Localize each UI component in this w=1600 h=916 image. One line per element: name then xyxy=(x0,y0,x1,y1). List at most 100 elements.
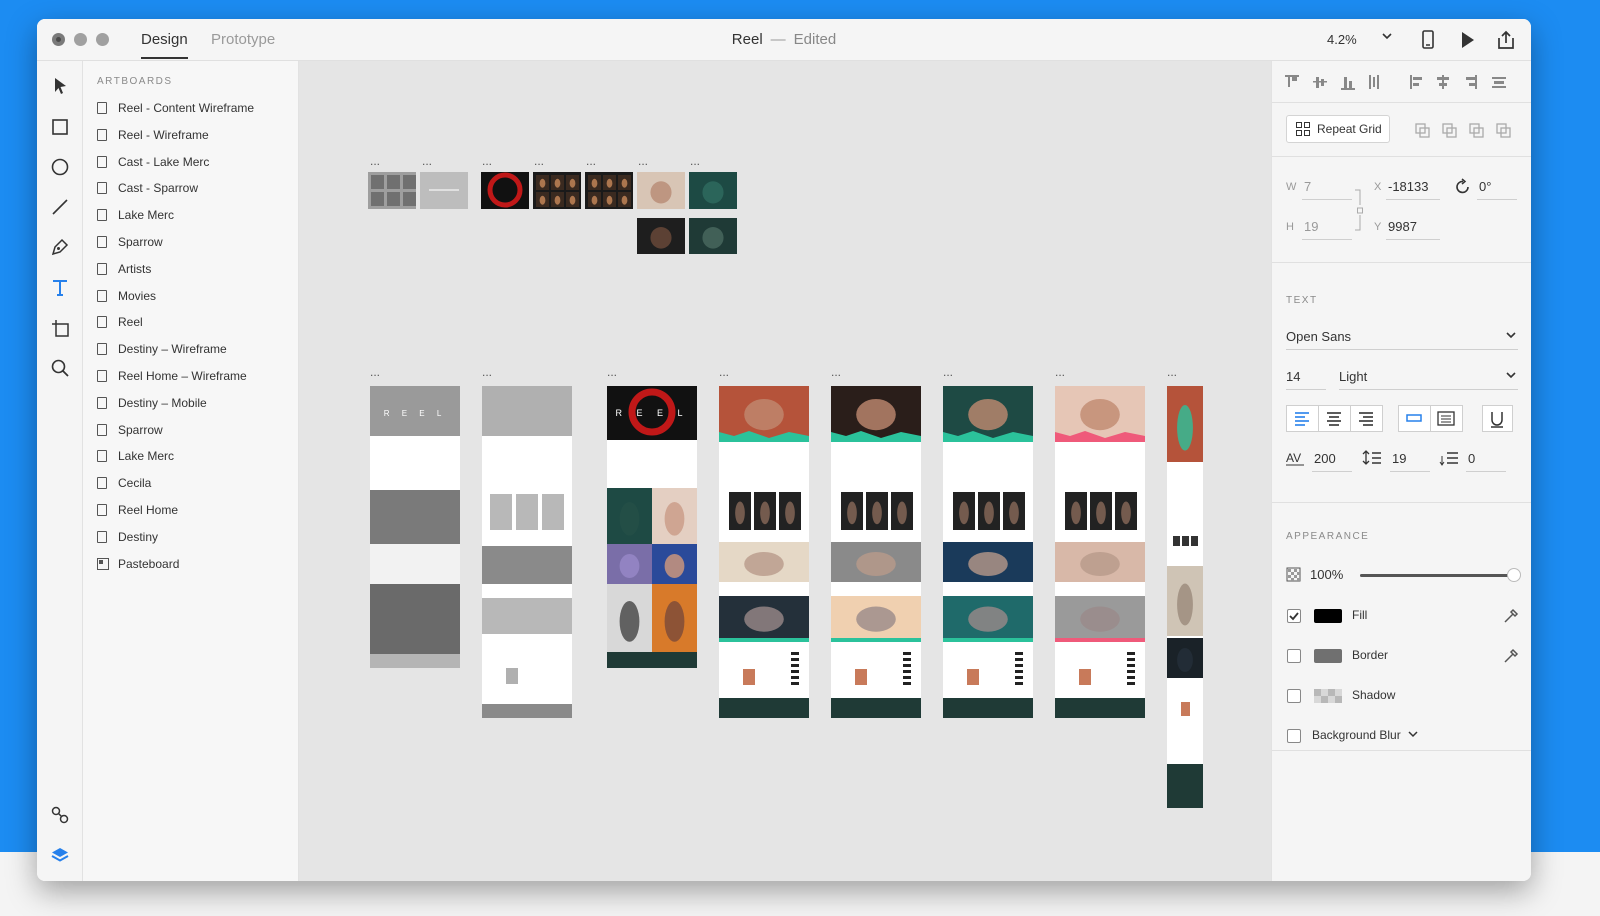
pen-tool-icon[interactable] xyxy=(49,236,71,258)
layer-item[interactable]: Artists xyxy=(97,259,151,279)
layer-item[interactable]: Destiny xyxy=(97,527,158,547)
chevron-down-icon[interactable] xyxy=(1505,371,1517,381)
layer-item[interactable]: Sparrow xyxy=(97,420,163,440)
opacity-slider-handle[interactable] xyxy=(1507,568,1521,582)
artboard-menu[interactable]: ... xyxy=(719,365,729,379)
layers-icon[interactable] xyxy=(49,844,71,866)
canvas[interactable]: ........................................… xyxy=(299,61,1271,881)
photo-subject xyxy=(664,502,685,536)
chevron-down-icon[interactable] xyxy=(1408,731,1418,739)
boolean-ops-icons[interactable] xyxy=(1412,121,1522,141)
text-align-controls[interactable] xyxy=(1286,405,1518,433)
list-line xyxy=(1127,682,1135,685)
artboard-menu[interactable]: ... xyxy=(482,154,492,168)
artboard-menu[interactable]: ... xyxy=(1055,365,1065,379)
chevron-down-icon[interactable] xyxy=(1381,30,1393,45)
layer-item[interactable]: Cast - Lake Merc xyxy=(97,152,209,172)
layer-item[interactable]: Destiny – Wireframe xyxy=(97,339,227,359)
layers-heading: ARTBOARDS xyxy=(97,76,173,87)
layer-item[interactable]: Cecila xyxy=(97,473,151,493)
font-size-field[interactable]: 14 xyxy=(1286,369,1300,384)
layer-item[interactable]: Reel - Content Wireframe xyxy=(97,98,254,118)
artboard-menu[interactable]: ... xyxy=(638,154,648,168)
artboard-icon xyxy=(97,236,107,248)
repeat-grid-button[interactable]: Repeat Grid xyxy=(1286,115,1390,143)
artboard-menu[interactable]: ... xyxy=(422,154,432,168)
eyedropper-icon[interactable] xyxy=(1502,647,1520,665)
layer-item[interactable]: Lake Merc xyxy=(97,446,174,466)
font-family-select[interactable]: Open Sans xyxy=(1286,329,1351,344)
artboard-menu[interactable]: ... xyxy=(607,365,617,379)
layer-item[interactable]: Sparrow xyxy=(97,232,163,252)
opacity-field[interactable]: 100% xyxy=(1310,567,1343,582)
fill-color-swatch[interactable] xyxy=(1314,609,1342,623)
artboards-canvas[interactable]: ........................................… xyxy=(299,61,1271,881)
fill-label: Fill xyxy=(1352,608,1368,622)
pasteboard-icon xyxy=(97,557,109,570)
layer-item[interactable]: Cast - Sparrow xyxy=(97,178,198,198)
artboard-menu[interactable]: ... xyxy=(586,154,596,168)
zoom-tool-icon[interactable] xyxy=(49,357,71,379)
photo-subject xyxy=(702,181,724,204)
artboard-menu[interactable]: ... xyxy=(1167,365,1177,379)
align-icons[interactable] xyxy=(1272,61,1531,103)
ellipse-tool-icon[interactable] xyxy=(49,156,71,178)
x-field[interactable]: -18133 xyxy=(1388,179,1428,194)
text-tool-icon[interactable] xyxy=(49,276,71,298)
background-blur-checkbox[interactable] xyxy=(1287,729,1301,743)
artboard-icon xyxy=(97,530,107,543)
artboard-icon xyxy=(97,423,107,436)
border-color-swatch[interactable] xyxy=(1314,649,1342,663)
layer-item[interactable]: Reel Home xyxy=(97,500,178,520)
layer-label: Reel Home – Wireframe xyxy=(118,369,247,383)
rotation-underline xyxy=(1477,199,1517,200)
character-spacing-field[interactable]: 200 xyxy=(1314,451,1336,466)
layer-item[interactable]: Destiny – Mobile xyxy=(97,393,207,413)
rectangle-tool-icon[interactable] xyxy=(49,116,71,138)
lock-aspect-icon[interactable] xyxy=(1354,187,1366,233)
opacity-slider[interactable] xyxy=(1360,568,1521,582)
shadow-swatch[interactable] xyxy=(1314,689,1342,703)
photo-subject xyxy=(1009,501,1019,525)
shadow-checkbox[interactable] xyxy=(1287,689,1301,703)
layer-item[interactable]: Reel Home – Wireframe xyxy=(97,366,247,386)
layer-item[interactable]: Movies xyxy=(97,286,156,306)
artboard-tool-icon[interactable] xyxy=(49,317,71,339)
artboard-menu[interactable]: ... xyxy=(370,365,380,379)
artboard-menu[interactable]: ... xyxy=(370,154,380,168)
width-field[interactable]: 7 xyxy=(1304,179,1311,194)
layer-item[interactable]: Reel - Wireframe xyxy=(97,125,209,145)
border-checkbox[interactable] xyxy=(1287,649,1301,663)
layer-item[interactable]: Pasteboard xyxy=(97,554,179,574)
list-line xyxy=(903,670,911,673)
paragraph-spacing-field[interactable]: 0 xyxy=(1468,451,1475,466)
line-spacing-field[interactable]: 19 xyxy=(1392,451,1406,466)
device-preview-icon[interactable] xyxy=(1417,29,1439,51)
share-icon[interactable] xyxy=(1495,29,1517,51)
eyedropper-icon[interactable] xyxy=(1502,607,1520,625)
wireframe-block xyxy=(371,192,384,206)
height-field[interactable]: 19 xyxy=(1304,219,1318,234)
layer-item[interactable]: Reel xyxy=(97,312,143,332)
layer-label: Reel - Content Wireframe xyxy=(118,101,255,115)
chevron-down-icon[interactable] xyxy=(1505,331,1517,341)
photo-subject xyxy=(1121,501,1131,525)
fill-checkbox[interactable] xyxy=(1287,609,1301,623)
artboard-menu[interactable]: ... xyxy=(831,365,841,379)
artboard-menu[interactable]: ... xyxy=(534,154,544,168)
photo-subject xyxy=(984,501,994,525)
zoom-level[interactable]: 4.2% xyxy=(1327,32,1357,47)
assets-icon[interactable] xyxy=(49,804,71,826)
artboard-menu[interactable]: ... xyxy=(943,365,953,379)
artboard-menu[interactable]: ... xyxy=(690,154,700,168)
tool-rail xyxy=(37,61,83,881)
rotation-field[interactable]: 0° xyxy=(1479,179,1491,194)
artboard-menu[interactable]: ... xyxy=(482,365,492,379)
play-icon[interactable] xyxy=(1456,29,1478,51)
photo-subject xyxy=(606,195,613,205)
line-tool-icon[interactable] xyxy=(49,196,71,218)
select-tool-icon[interactable] xyxy=(49,75,71,97)
layer-item[interactable]: Lake Merc xyxy=(97,205,174,225)
font-weight-select[interactable]: Light xyxy=(1339,369,1367,384)
y-field[interactable]: 9987 xyxy=(1388,219,1417,234)
